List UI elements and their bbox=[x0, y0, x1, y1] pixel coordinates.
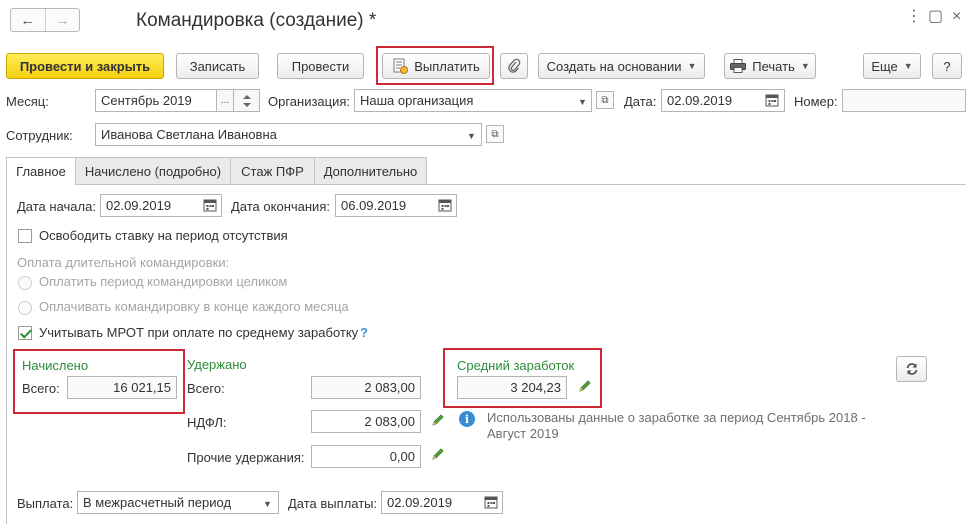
calendar-icon[interactable] bbox=[438, 198, 452, 215]
employee-label: Сотрудник: bbox=[6, 128, 73, 143]
payment-label: Выплата: bbox=[17, 496, 74, 511]
spin-updown-icon bbox=[242, 94, 251, 107]
average-info-text: Использованы данные о заработке за перио… bbox=[487, 410, 866, 441]
month-field[interactable]: Сентябрь 2019 bbox=[95, 89, 217, 112]
calendar-icon[interactable] bbox=[203, 198, 217, 215]
pay-whole-label: Оплатить период командировки целиком bbox=[39, 274, 288, 289]
employee-field[interactable]: Иванова Светлана Ивановна bbox=[95, 123, 482, 146]
tab-main[interactable]: Главное bbox=[6, 157, 76, 185]
chevron-down-icon: ▼ bbox=[903, 61, 913, 71]
arrow-left-icon[interactable]: ← bbox=[11, 9, 45, 31]
help-icon[interactable]: ? bbox=[360, 325, 368, 341]
arrow-right-icon[interactable]: → bbox=[44, 9, 80, 31]
select-dots-icon[interactable]: ... bbox=[216, 89, 234, 112]
average-highlight-frame bbox=[443, 348, 602, 408]
attach-button[interactable] bbox=[500, 53, 528, 79]
page-title: Командировка (создание) * bbox=[136, 10, 377, 31]
long-trip-label: Оплата длительной командировки: bbox=[17, 255, 230, 270]
pay-highlight-frame bbox=[376, 46, 494, 85]
start-date-label: Дата начала: bbox=[17, 199, 96, 214]
withheld-total-label: Всего: bbox=[187, 381, 225, 396]
pay-whole-radio[interactable] bbox=[18, 276, 32, 290]
pay-monthly-label: Оплачивать командировку в конце каждого … bbox=[39, 299, 349, 314]
tab-pfr-seniority[interactable]: Стаж ПФР bbox=[230, 157, 315, 184]
chevron-down-icon: ▼ bbox=[800, 61, 810, 71]
pay-monthly-radio[interactable] bbox=[18, 301, 32, 315]
save-button[interactable]: Записать bbox=[176, 53, 259, 79]
withheld-total-field: 2 083,00 bbox=[311, 376, 421, 399]
create-based-on-button[interactable]: Создать на основании ▼ bbox=[538, 53, 705, 79]
more-vertical-icon[interactable]: ⋮ bbox=[906, 8, 922, 26]
withheld-title: Удержано bbox=[187, 357, 247, 372]
nav-buttons: ← → bbox=[10, 8, 80, 32]
close-icon[interactable]: × bbox=[952, 8, 961, 26]
create-based-on-label: Создать на основании bbox=[546, 58, 682, 74]
open-link-icon[interactable]: ⧉ bbox=[486, 125, 504, 143]
number-field[interactable] bbox=[842, 89, 966, 112]
print-button-label: Печать bbox=[752, 58, 795, 74]
paperclip-icon bbox=[508, 58, 521, 73]
info-icon: i bbox=[459, 411, 475, 427]
ndfl-field[interactable]: 2 083,00 bbox=[311, 410, 421, 433]
tab-additional[interactable]: Дополнительно bbox=[314, 157, 427, 184]
print-button[interactable]: Печать ▼ bbox=[724, 53, 816, 79]
help-button[interactable]: ? bbox=[932, 53, 962, 79]
payment-field[interactable]: В межрасчетный период bbox=[77, 491, 279, 514]
number-label: Номер: bbox=[794, 94, 838, 109]
ndfl-label: НДФЛ: bbox=[187, 415, 227, 430]
release-rate-label: Освободить ставку на период отсутствия bbox=[39, 228, 288, 243]
other-withholdings-field[interactable]: 0,00 bbox=[311, 445, 421, 468]
month-label: Месяц: bbox=[6, 94, 49, 109]
post-and-close-button[interactable]: Провести и закрыть bbox=[6, 53, 164, 79]
refresh-icon bbox=[906, 363, 917, 375]
refresh-button[interactable] bbox=[896, 356, 927, 382]
post-button[interactable]: Провести bbox=[277, 53, 364, 79]
accrued-highlight-frame bbox=[13, 349, 185, 414]
release-rate-checkbox[interactable] bbox=[18, 229, 32, 243]
spin-buttons[interactable] bbox=[233, 89, 260, 112]
calendar-icon[interactable] bbox=[765, 93, 779, 110]
calendar-icon[interactable] bbox=[484, 495, 498, 512]
more-button-label: Еще bbox=[871, 58, 898, 74]
chevron-down-icon[interactable]: ▼ bbox=[578, 97, 587, 107]
pencil-icon[interactable] bbox=[431, 447, 445, 461]
payment-date-label: Дата выплаты: bbox=[288, 496, 378, 511]
pencil-icon[interactable] bbox=[431, 413, 445, 427]
open-link-icon[interactable]: ⧉ bbox=[596, 91, 614, 109]
printer-icon bbox=[730, 59, 747, 73]
more-button[interactable]: Еще ▼ bbox=[863, 53, 921, 79]
date-label: Дата: bbox=[624, 94, 657, 109]
mrot-checkbox[interactable] bbox=[18, 326, 32, 340]
other-withholdings-label: Прочие удержания: bbox=[187, 450, 305, 465]
maximize-icon[interactable]: ▢ bbox=[928, 8, 943, 26]
chevron-down-icon[interactable]: ▼ bbox=[263, 499, 272, 509]
chevron-down-icon[interactable]: ▼ bbox=[467, 131, 476, 141]
organization-field[interactable]: Наша организация bbox=[354, 89, 592, 112]
end-date-label: Дата окончания: bbox=[231, 199, 330, 214]
chevron-down-icon: ▼ bbox=[687, 61, 697, 71]
organization-label: Организация: bbox=[268, 94, 351, 109]
mrot-label: Учитывать МРОТ при оплате по среднему за… bbox=[39, 325, 359, 340]
tab-accrued-detailed[interactable]: Начислено (подробно) bbox=[75, 157, 231, 184]
